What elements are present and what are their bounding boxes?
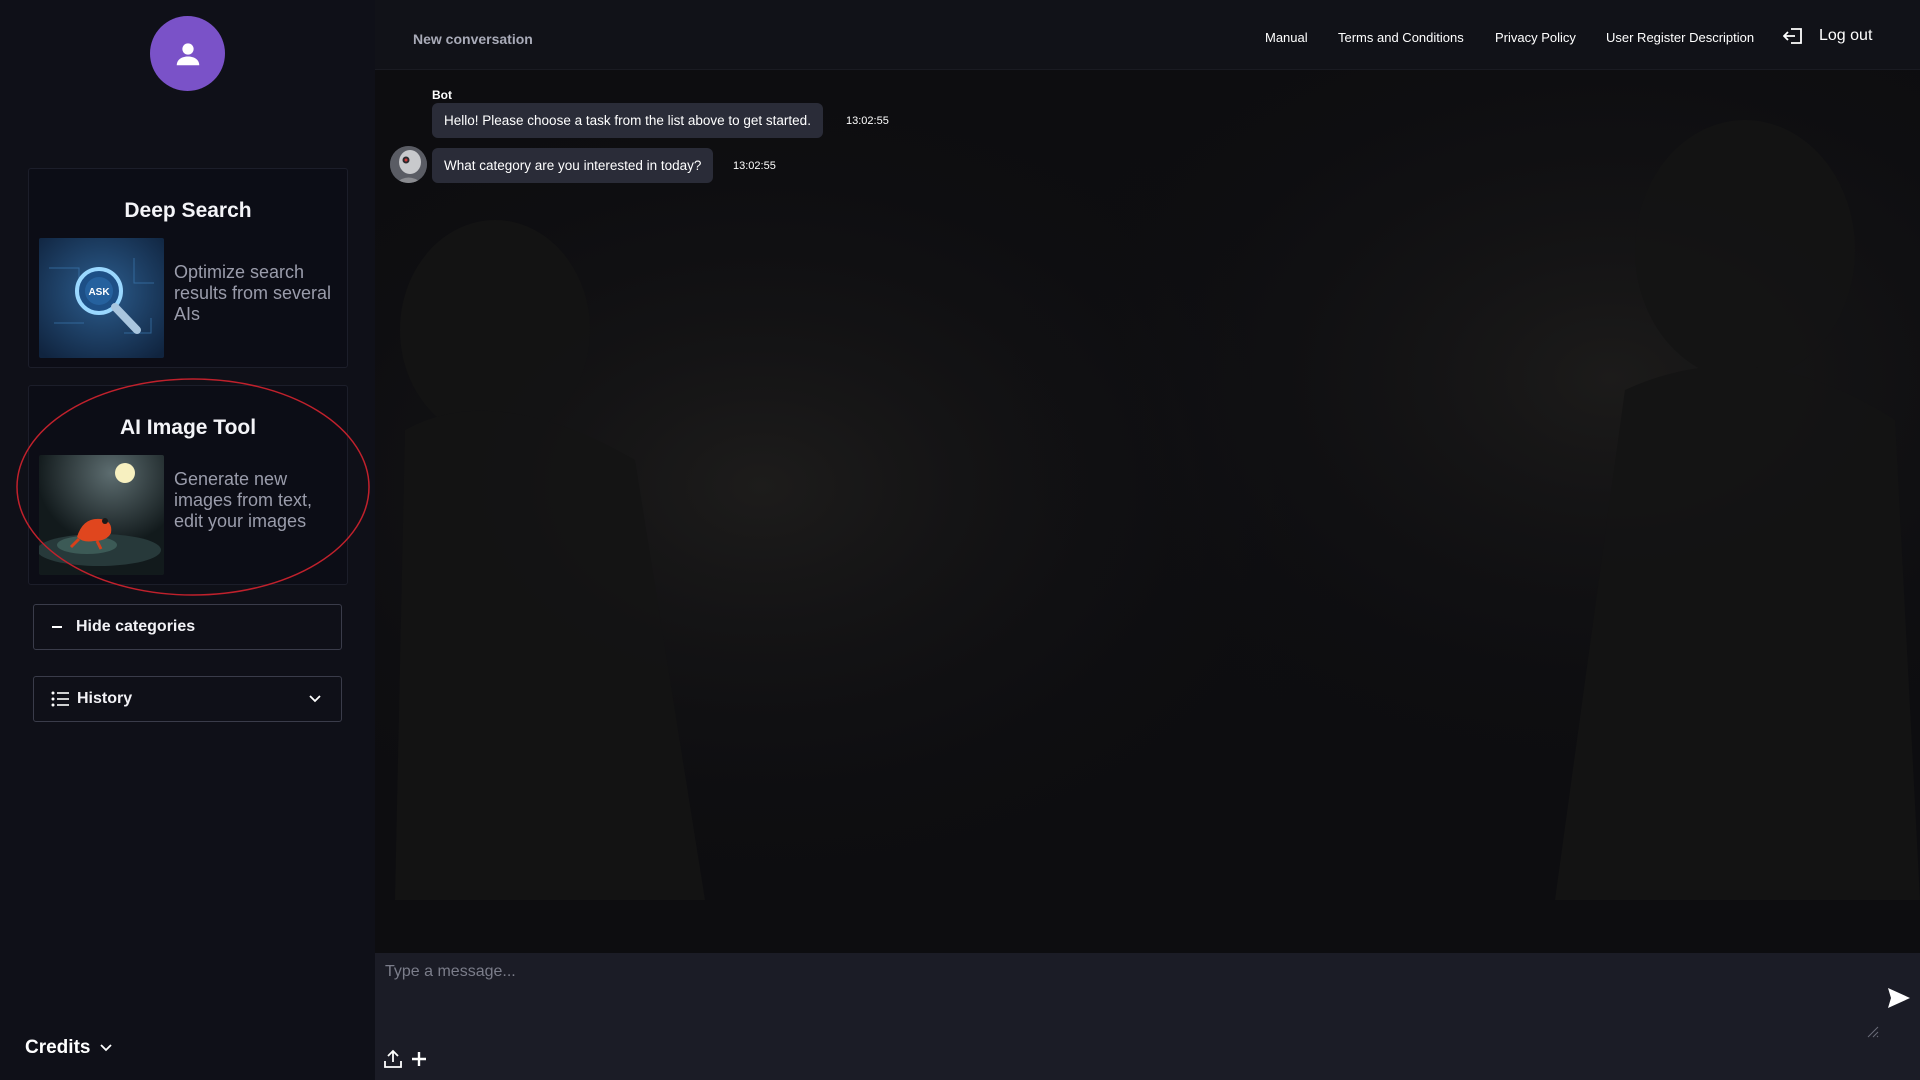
nav-link-privacy[interactable]: Privacy Policy	[1495, 30, 1576, 45]
hide-categories-label: Hide categories	[76, 618, 196, 635]
sidebar: Deep Search ASK Optimize search results …	[0, 0, 375, 1080]
top-navigation-bar: New conversation Manual Terms and Condit…	[375, 0, 1920, 70]
user-avatar[interactable]	[150, 16, 225, 91]
upload-icon[interactable]	[383, 1049, 403, 1069]
message-timestamp: 13:02:55	[846, 115, 889, 127]
logout-icon	[1783, 28, 1802, 44]
list-icon	[51, 691, 69, 707]
message-input[interactable]	[383, 961, 1873, 1041]
bot-avatar	[390, 146, 427, 183]
card-title: Deep Search	[124, 199, 252, 222]
deep-search-thumbnail: ASK	[39, 238, 164, 358]
message-composer	[375, 953, 1920, 1080]
hide-categories-button[interactable]: Hide categories	[33, 604, 342, 650]
history-label: History	[77, 690, 133, 707]
credits-toggle[interactable]: Credits	[25, 1037, 113, 1059]
chevron-down-icon	[100, 1044, 113, 1052]
chat-message-bubble: Hello! Please choose a task from the lis…	[432, 103, 823, 138]
logout-button[interactable]: Log out	[1783, 27, 1872, 45]
card-description: Optimize search results from several AIs	[174, 262, 332, 324]
category-card-deep-search[interactable]: Deep Search ASK Optimize search results …	[28, 168, 348, 368]
logout-label: Log out	[1819, 27, 1873, 44]
nav-link-user-register[interactable]: User Register Description	[1606, 30, 1754, 45]
history-button[interactable]: History	[33, 676, 342, 722]
chat-panel: New conversation Manual Terms and Condit…	[375, 0, 1920, 1080]
resize-handle-icon[interactable]	[1865, 1024, 1879, 1038]
minus-icon	[52, 626, 62, 628]
highlight-annotation-ellipse	[16, 378, 370, 596]
send-icon[interactable]	[1887, 987, 1911, 1009]
ask-logo-text: ASK	[88, 287, 110, 298]
chat-message-bubble: What category are you interested in toda…	[432, 148, 714, 183]
user-icon	[176, 42, 199, 65]
plus-icon[interactable]	[411, 1051, 427, 1067]
nav-link-manual[interactable]: Manual	[1265, 30, 1308, 45]
credits-label: Credits	[25, 1037, 91, 1058]
nav-link-terms[interactable]: Terms and Conditions	[1338, 30, 1464, 45]
conversation-title: New conversation	[413, 31, 533, 47]
message-author: Bot	[432, 88, 452, 102]
chevron-down-icon	[309, 695, 321, 703]
message-timestamp: 13:02:55	[733, 160, 776, 172]
